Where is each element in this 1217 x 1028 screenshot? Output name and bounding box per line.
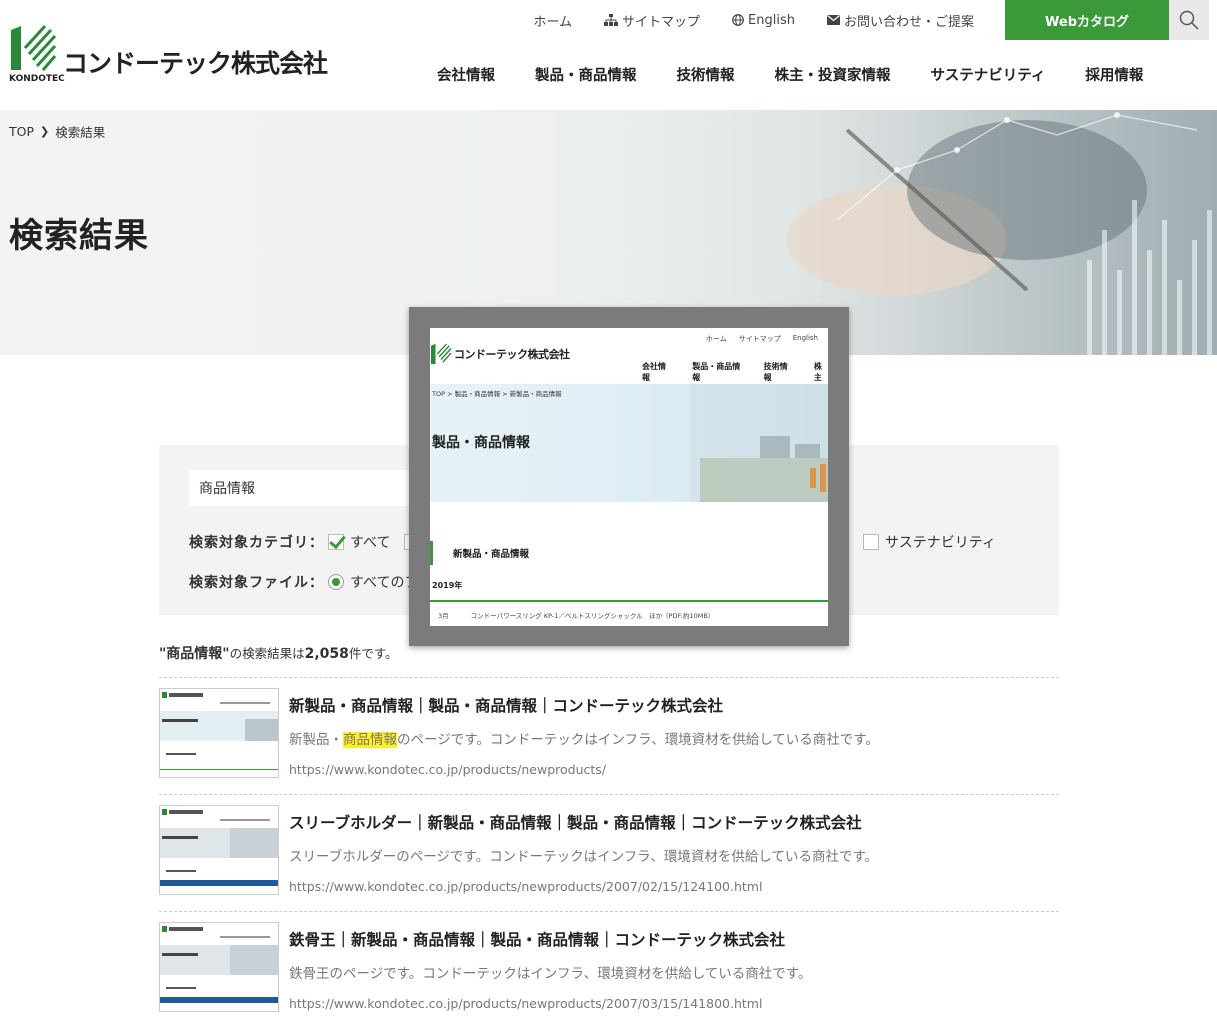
search-result-item: 新製品・商品情報｜製品・商品情報｜コンドーテック株式会社 新製品・商品情報のペー… — [159, 677, 1059, 794]
query-highlight: 商品情報 — [343, 732, 397, 748]
preview-logo-text: コンドーテック株式会社 — [454, 348, 570, 361]
nav-ir[interactable]: 株主・投資家情報 — [775, 64, 891, 85]
preview-breadcrumb: TOP > 製品・商品情報 > 新製品・商品情報 — [432, 390, 562, 398]
summary-text: の検索結果は — [229, 646, 305, 661]
result-title-link[interactable]: 新製品・商品情報｜製品・商品情報｜コンドーテック株式会社 — [289, 694, 723, 716]
chevron-right-icon: ❯ — [40, 125, 50, 138]
util-label: サイトマップ — [622, 14, 701, 30]
category-option-sustainability[interactable]: サステナビリティ — [863, 532, 996, 552]
summary-query: "商品情報" — [159, 646, 230, 662]
preview-divider — [430, 600, 828, 602]
preview-util-item: サイトマップ — [738, 335, 781, 343]
nav-products[interactable]: 製品・商品情報 — [535, 64, 637, 85]
util-link-home[interactable]: ホーム — [533, 10, 572, 30]
nav-company[interactable]: 会社情報 — [437, 64, 495, 85]
search-result-item: 鉄骨王｜新製品・商品情報｜製品・商品情報｜コンドーテック株式会社 鉄骨王のページ… — [159, 911, 1059, 1028]
page-preview: コンドーテック株式会社 ホーム サイトマップ English 会社情報 製品・商… — [430, 328, 828, 626]
globe-icon — [732, 14, 744, 26]
mail-icon — [826, 15, 840, 25]
global-nav: 会社情報 製品・商品情報 技術情報 株主・投資家情報 サステナビリティ 採用情報 — [437, 64, 1143, 85]
result-thumbnail[interactable] — [159, 922, 279, 1012]
preview-year: 2019年 — [432, 581, 463, 590]
preview-row-month: 3月 — [438, 612, 449, 620]
page-preview-popup: コンドーテック株式会社 ホーム サイトマップ English 会社情報 製品・商… — [409, 307, 849, 646]
web-catalog-button[interactable]: Webカタログ — [1005, 0, 1169, 40]
result-thumbnail[interactable] — [159, 805, 279, 895]
page-title: 検索結果 — [9, 216, 149, 256]
desc-text: のページです。コンドーテックはインフラ、環境資材を供給している商社です。 — [397, 732, 879, 748]
preview-logo: コンドーテック株式会社 — [430, 342, 570, 366]
search-result-item: スリーブホルダー｜新製品・商品情報｜製品・商品情報｜コンドーテック株式会社 スリ… — [159, 794, 1059, 911]
util-label: ホーム — [533, 14, 573, 30]
result-thumbnail[interactable] — [159, 688, 279, 778]
preview-list-row: 3月 コンドーパワースリング KP-1／ベルトスリングシャックル ほか（PDF:約… — [438, 610, 736, 620]
result-summary: "商品情報"の検索結果は2,058件です。 — [159, 643, 398, 663]
summary-text-end: 件です。 — [348, 646, 398, 661]
preview-section-heading: 新製品・商品情報 — [430, 541, 529, 565]
category-option-all[interactable]: すべて — [328, 532, 390, 552]
nav-recruit[interactable]: 採用情報 — [1085, 64, 1143, 85]
preview-util-item: ホーム — [705, 335, 727, 343]
checkbox-checked-icon — [328, 534, 344, 550]
result-url[interactable]: https://www.kondotec.co.jp/products/newp… — [289, 879, 762, 894]
preview-page-title: 製品・商品情報 — [432, 435, 530, 451]
file-filter-label: 検索対象ファイル： — [189, 575, 324, 591]
preview-util-item: English — [792, 334, 818, 342]
result-title-link[interactable]: 鉄骨王｜新製品・商品情報｜製品・商品情報｜コンドーテック株式会社 — [289, 928, 785, 950]
nav-technology[interactable]: 技術情報 — [677, 64, 735, 85]
file-filter-row: 検索対象ファイル： すべてのファ — [189, 572, 446, 592]
kondotec-logo-mark-icon: KONDOTEC — [9, 24, 65, 86]
result-description: スリーブホルダーのページです。コンドーテックはインフラ、環境資材を供給している商… — [289, 849, 879, 865]
result-description: 鉄骨王のページです。コンドーテックはインフラ、環境資材を供給している商社です。 — [289, 966, 812, 982]
preview-row-text: コンドーパワースリング KP-1／ベルトスリングシャックル ほか（PDF:約10… — [470, 612, 715, 620]
result-title-link[interactable]: スリーブホルダー｜新製品・商品情報｜製品・商品情報｜コンドーテック株式会社 — [289, 811, 862, 833]
util-label: English — [748, 12, 795, 28]
util-link-contact[interactable]: お問い合わせ・ご提案 — [826, 10, 974, 30]
breadcrumb: TOP ❯ 検索結果 — [9, 122, 105, 141]
radio-selected-icon — [328, 574, 344, 590]
result-url[interactable]: https://www.kondotec.co.jp/products/newp… — [289, 996, 762, 1011]
util-link-english[interactable]: English — [732, 10, 795, 30]
util-link-sitemap[interactable]: サイトマップ — [604, 10, 700, 30]
result-url[interactable]: https://www.kondotec.co.jp/products/newp… — [289, 762, 606, 777]
kondotec-logo-mark-icon — [430, 343, 452, 365]
checkbox-icon — [863, 534, 879, 550]
utility-nav: ホーム サイトマップ English お問い合わせ・ご提案 — [501, 10, 974, 30]
search-icon — [1179, 10, 1199, 30]
logo-subtext: KONDOTEC — [9, 74, 65, 84]
sitemap-icon — [604, 14, 619, 26]
preview-util-nav: ホーム サイトマップ English — [706, 334, 818, 344]
nav-sustainability[interactable]: サステナビリティ — [931, 64, 1046, 85]
site-header: KONDOTEC コンドーテック株式会社 ホーム サイトマップ English … — [0, 0, 1217, 110]
category-filter-label: 検索対象カテゴリ： — [189, 535, 324, 551]
util-label: お問い合わせ・ご提案 — [843, 14, 974, 30]
breadcrumb-top[interactable]: TOP — [9, 124, 34, 139]
result-count: 2,058 — [304, 646, 349, 662]
option-label: サステナビリティ — [885, 535, 996, 551]
site-logo[interactable]: KONDOTEC コンドーテック株式会社 — [9, 24, 328, 86]
desc-text: 新製品・ — [289, 732, 343, 748]
header-search-button[interactable] — [1169, 0, 1209, 40]
breadcrumb-current: 検索結果 — [55, 125, 106, 140]
logo-text: コンドーテック株式会社 — [63, 49, 328, 78]
result-description: 新製品・商品情報のページです。コンドーテックはインフラ、環境資材を供給している商… — [289, 728, 879, 748]
option-label: すべて — [350, 535, 391, 551]
